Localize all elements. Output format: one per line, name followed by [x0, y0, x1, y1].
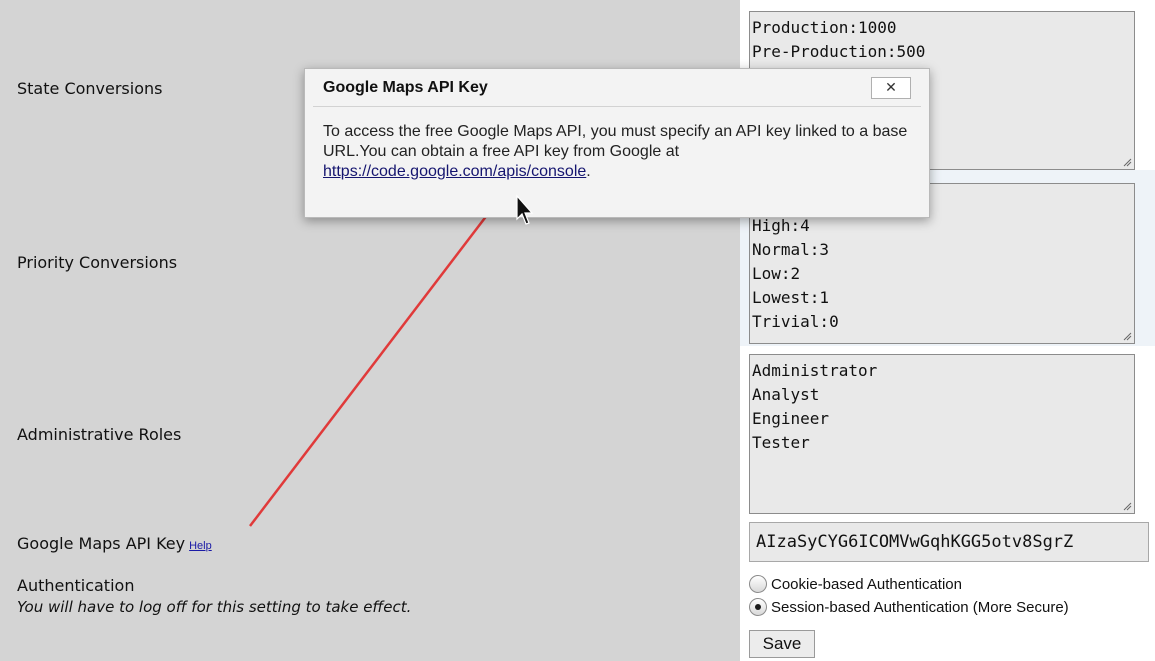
popup-body-trailing: .	[586, 163, 591, 180]
authentication-note: You will have to log off for this settin…	[17, 598, 412, 616]
cookie-auth-label: Cookie-based Authentication	[771, 575, 962, 593]
textarea-line: Administrator	[752, 361, 878, 380]
resize-grip-icon[interactable]	[1122, 157, 1132, 167]
resize-grip-icon[interactable]	[1122, 501, 1132, 511]
textarea-line: Trivial:0	[752, 312, 839, 331]
priority-conversions-label: Priority Conversions	[17, 253, 178, 272]
google-maps-api-key-input[interactable]: AIzaSyCYG6ICOMVwGqhKGG5otv8SgrZ	[749, 522, 1149, 562]
google-maps-api-key-label: Google Maps API Key Help	[17, 534, 212, 553]
help-popup: Google Maps API Key ✕ To access the free…	[304, 68, 930, 218]
help-link[interactable]: Help	[189, 540, 212, 552]
close-icon[interactable]: ✕	[871, 77, 911, 99]
textarea-line: Low:2	[752, 264, 801, 283]
authentication-label: Authentication	[17, 576, 135, 595]
api-console-link[interactable]: https://code.google.com/apis/console	[323, 163, 586, 180]
textarea-line: Production:1000	[752, 18, 897, 37]
textarea-line: Lowest:1	[752, 288, 830, 307]
radio-unselected-icon[interactable]	[749, 575, 767, 593]
textarea-line: Tester	[752, 433, 810, 452]
textarea-line: Pre-Production:500	[752, 42, 926, 61]
google-maps-api-key-label-text: Google Maps API Key	[17, 534, 186, 553]
session-auth-label: Session-based Authentication (More Secur…	[771, 598, 1069, 616]
cookie-auth-option[interactable]: Cookie-based Authentication	[749, 575, 962, 593]
popup-body: To access the free Google Maps API, you …	[323, 122, 913, 182]
radio-selected-icon[interactable]	[749, 598, 767, 616]
textarea-line: Analyst	[752, 385, 820, 404]
resize-grip-icon[interactable]	[1122, 331, 1132, 341]
textarea-line: Engineer	[752, 409, 830, 428]
textarea-line: Normal:3	[752, 240, 830, 259]
administrative-roles-label: Administrative Roles	[17, 425, 182, 444]
popup-title: Google Maps API Key	[323, 79, 488, 96]
popup-body-text: To access the free Google Maps API, you …	[323, 123, 908, 160]
session-auth-option[interactable]: Session-based Authentication (More Secur…	[749, 598, 1069, 616]
state-conversions-label: State Conversions	[17, 79, 163, 98]
save-button[interactable]: Save	[749, 630, 815, 658]
administrative-roles-textarea[interactable]: Administrator Analyst Engineer Tester	[749, 354, 1135, 514]
popup-divider	[313, 106, 921, 107]
